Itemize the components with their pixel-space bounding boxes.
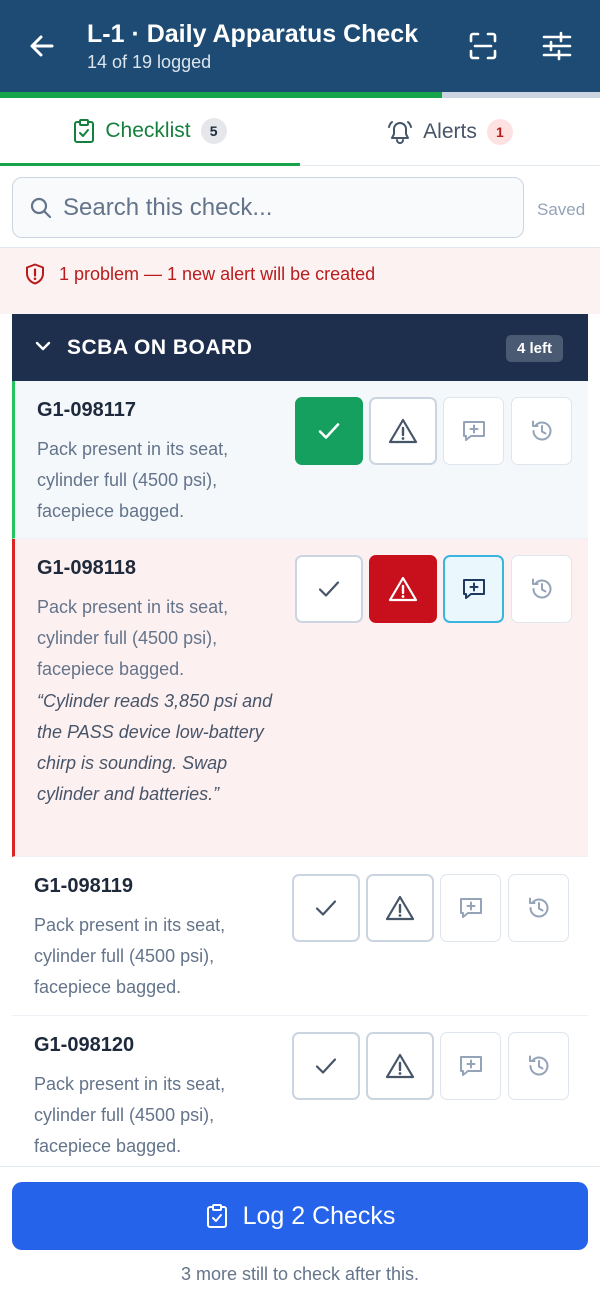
problem-banner-text: 1 problem — 1 new alert will be created (59, 264, 376, 284)
mark-ok-button[interactable] (295, 397, 363, 465)
report-problem-button[interactable] (369, 397, 437, 465)
tab-checklist-count: 5 (200, 117, 227, 144)
saved-status: Saved (537, 200, 586, 219)
comment-add-icon (459, 1056, 482, 1076)
item-id: G1-098119 (34, 875, 133, 897)
history-icon (528, 1055, 548, 1076)
item-description: Pack present in its seat, cylinder full … (37, 597, 229, 679)
problem-banner: 1 problem — 1 new alert will be created (0, 248, 600, 314)
shield-alert-icon (26, 263, 44, 285)
history-button[interactable] (511, 397, 572, 465)
check-icon (315, 1058, 337, 1074)
log-checks-button[interactable]: Log 2 Checks (12, 1182, 588, 1250)
history-button[interactable] (511, 555, 572, 623)
warning-icon (388, 418, 418, 444)
history-button[interactable] (508, 874, 569, 942)
tab-alerts-label: Alerts (423, 120, 477, 143)
history-button[interactable] (508, 1032, 569, 1100)
report-problem-button[interactable] (366, 1032, 434, 1100)
item-description: Pack present in its seat, cylinder full … (34, 915, 226, 997)
bell-icon (388, 121, 413, 144)
page-subtitle: 14 of 19 logged (87, 52, 212, 72)
comment-add-icon (462, 579, 485, 599)
clipboard-check-icon (206, 1204, 227, 1228)
search-icon (30, 197, 52, 219)
sliders-icon (542, 31, 572, 61)
footer-note: 3 more still to check after this. (180, 1264, 420, 1284)
footer: Log 2 Checks 3 more still to check after… (0, 1166, 600, 1298)
check-icon (318, 423, 340, 439)
checklist-row: G1-098120 Pack present in its seat, cyli… (12, 1016, 588, 1166)
tab-alerts-count: 1 (486, 119, 513, 145)
checklist-row: G1-098118 Pack present in its seat, cyli… (12, 539, 588, 857)
add-note-button[interactable] (443, 555, 504, 623)
search-row: Saved (0, 166, 600, 248)
item-id: G1-098120 (34, 1034, 135, 1056)
mark-ok-button[interactable] (292, 1032, 360, 1100)
section-title: SCBA ON BOARD (67, 336, 253, 359)
item-description: Pack present in its seat, cylinder full … (37, 439, 229, 521)
page-title: L-1 · Daily Apparatus Check (87, 20, 419, 48)
item-id: G1-098117 (37, 399, 136, 421)
search-input[interactable] (63, 178, 513, 237)
warning-icon (385, 895, 415, 921)
mark-ok-button[interactable] (292, 874, 360, 942)
report-problem-button[interactable] (366, 874, 434, 942)
comment-add-icon (462, 421, 485, 441)
checklist-row: G1-098117 Pack present in its seat, cyli… (12, 381, 588, 539)
search-box[interactable] (12, 177, 524, 238)
log-checks-label: Log 2 Checks (242, 1201, 396, 1230)
item-description: Pack present in its seat, cylinder full … (34, 1074, 226, 1156)
check-icon (318, 581, 340, 597)
history-icon (531, 578, 551, 599)
tab-checklist-label: Checklist (105, 118, 191, 142)
warning-icon (388, 576, 418, 602)
filter-button[interactable] (540, 30, 574, 62)
item-id: G1-098118 (37, 557, 136, 579)
report-problem-button[interactable] (369, 555, 437, 623)
arrow-left-icon (30, 35, 54, 57)
add-note-button[interactable] (440, 1032, 501, 1100)
mark-ok-button[interactable] (295, 555, 363, 623)
checklist-row: G1-098119 Pack present in its seat, cyli… (12, 857, 588, 1016)
add-note-button[interactable] (443, 397, 504, 465)
app-header: L-1 · Daily Apparatus Check 14 of 19 log… (0, 0, 600, 92)
scan-button[interactable] (467, 30, 499, 62)
tab-bar: Checklist 5 Alerts 1 (0, 98, 600, 166)
scan-icon (469, 32, 497, 60)
check-icon (315, 900, 337, 916)
add-note-button[interactable] (440, 874, 501, 942)
back-button[interactable] (26, 30, 58, 62)
section-header[interactable]: SCBA ON BOARD 4 left (12, 314, 588, 381)
tab-checklist[interactable]: Checklist 5 (0, 98, 300, 166)
tab-alerts[interactable]: Alerts 1 (300, 98, 600, 166)
warning-icon (385, 1053, 415, 1079)
history-icon (528, 897, 548, 918)
clipboard-check-icon (74, 118, 95, 143)
history-icon (531, 420, 551, 441)
chevron-down-icon (35, 341, 51, 351)
comment-add-icon (459, 898, 482, 918)
section-remaining-badge: 4 left (506, 335, 564, 362)
item-note: “Cylinder reads 3,850 psi and the PASS d… (37, 691, 273, 804)
